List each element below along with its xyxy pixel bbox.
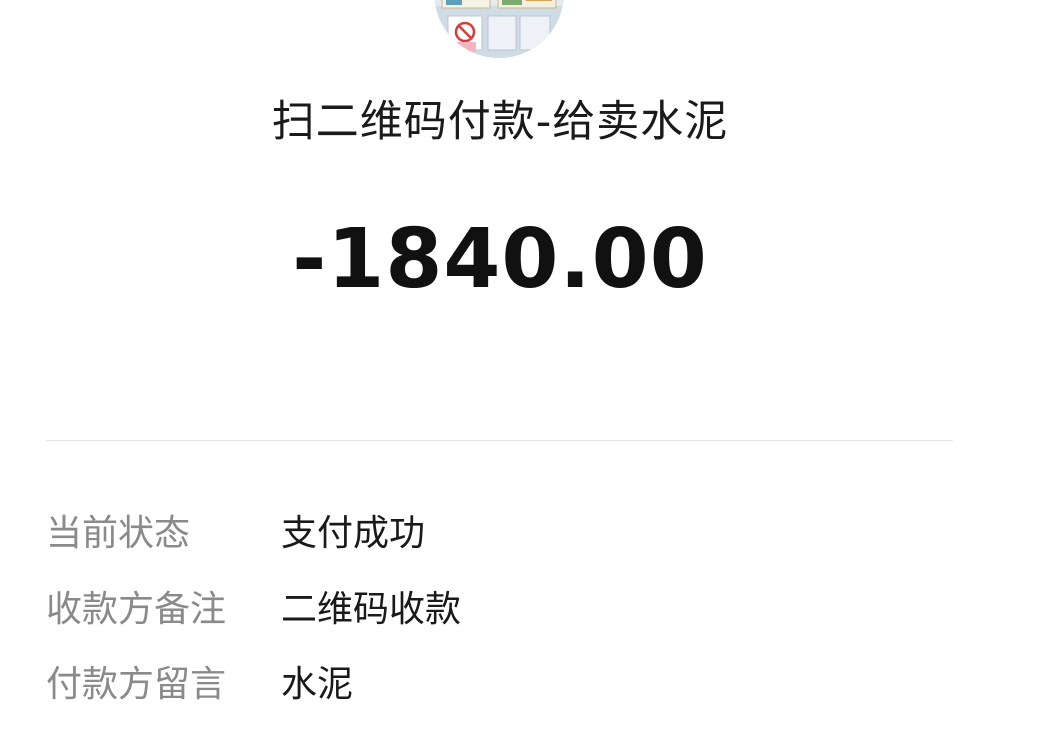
detail-value: 二维码收款 — [281, 589, 462, 630]
detail-row-payer-message: 付款方留言 水泥 — [46, 657, 1006, 713]
section-divider — [46, 440, 953, 441]
detail-row-status: 当前状态 支付成功 — [46, 506, 1006, 562]
detail-row-payee-note: 收款方备注 二维码收款 — [46, 582, 1006, 638]
detail-label: 付款方留言 — [46, 664, 227, 705]
transaction-amount: -1840.00 — [292, 212, 708, 307]
detail-label: 当前状态 — [46, 513, 191, 554]
transaction-detail-page: 扫二维码付款-给卖水泥 -1840.00 当前状态 支付成功 收款方备注 二维码… — [0, 0, 1038, 744]
merchant-avatar[interactable] — [434, 0, 564, 58]
detail-label: 收款方备注 — [46, 589, 227, 630]
detail-value: 水泥 — [281, 664, 354, 705]
detail-value: 支付成功 — [281, 513, 426, 554]
merchant-title: 扫二维码付款-给卖水泥 — [271, 97, 729, 147]
merchant-avatar-photo-icon — [434, 0, 564, 58]
